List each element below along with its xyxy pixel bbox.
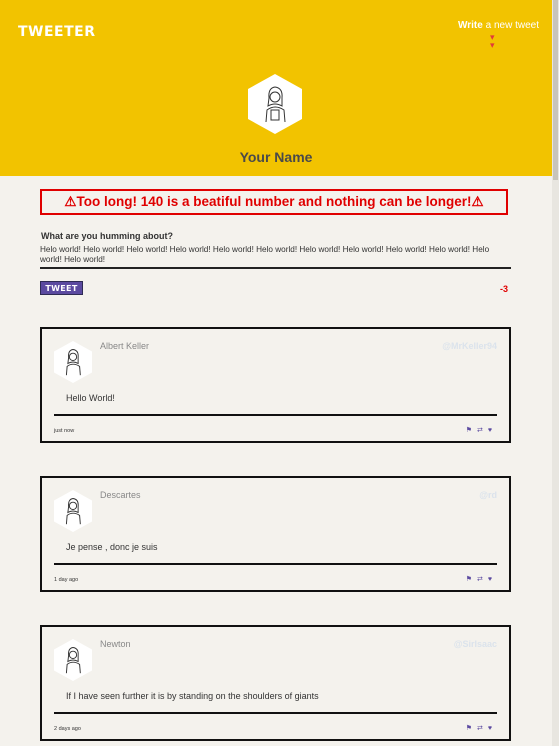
tweet-time: 2 days ago [54, 726, 81, 732]
flag-icon[interactable]: ⚑ [466, 427, 477, 434]
flag-icon[interactable]: ⚑ [466, 576, 477, 583]
divider [54, 414, 497, 416]
error-message: ⚠Too long! 140 is a beatiful number and … [40, 189, 508, 215]
tweet-card: Descartes @rd Je pense , donc je suis 1 … [40, 476, 511, 592]
tweet-time: 1 day ago [54, 577, 79, 583]
divider [54, 563, 497, 565]
tweet-card: Newton @SirIsaac If I have seen further … [40, 625, 511, 741]
avatar [54, 639, 92, 681]
tweet-author: Albert Keller [100, 341, 150, 351]
avatar [54, 490, 92, 532]
avatar-drawing [65, 498, 81, 525]
profile-name: Your Name [239, 149, 313, 165]
compose-prompt: What are you humming about? [41, 231, 173, 241]
header: TWEETER Write a new tweet ▾ ▾ Your Name [0, 0, 552, 176]
tweet-actions: ⚑⇄♥ [466, 724, 497, 732]
tweet-text: If I have seen further it is by standing… [66, 691, 319, 701]
tweet-handle: @rd [479, 490, 497, 500]
char-counter: -3 [500, 284, 509, 294]
tweet-card: Albert Keller @MrKeller94 Hello World! j… [40, 327, 511, 443]
retweet-icon[interactable]: ⇄ [477, 576, 488, 583]
tweet-handle: @MrKeller94 [442, 341, 497, 351]
retweet-icon[interactable]: ⇄ [477, 427, 488, 434]
heart-icon[interactable]: ♥ [488, 725, 497, 732]
scrollbar-thumb[interactable] [553, 0, 558, 180]
tweet-text: Je pense , donc je suis [66, 542, 158, 552]
tweet-input[interactable]: Helo world! Helo world! Helo world! Helo… [40, 245, 511, 269]
scrollbar[interactable] [552, 0, 559, 746]
tweet-time: just now [54, 428, 75, 434]
divider [54, 712, 497, 714]
chevron-down-icon[interactable]: ▾ ▾ [490, 33, 495, 50]
write-link-rest[interactable]: a new tweet [483, 20, 539, 31]
tweet-handle: @SirIsaac [453, 639, 497, 649]
tweet-button[interactable]: TWEET [40, 281, 83, 295]
tweet-author: Descartes [100, 490, 141, 500]
tweet-actions: ⚑⇄♥ [466, 426, 497, 434]
avatar [248, 74, 302, 134]
avatar-drawing [65, 349, 81, 376]
avatar-drawing [65, 647, 81, 674]
avatar-drawing [265, 86, 286, 123]
write-new-tweet-link[interactable]: Write a new tweet [458, 20, 539, 31]
heart-icon[interactable]: ♥ [488, 576, 497, 583]
tweet-actions: ⚑⇄♥ [466, 575, 497, 583]
avatar [54, 341, 92, 383]
logo: TWEETER [18, 24, 96, 40]
retweet-icon[interactable]: ⇄ [477, 725, 488, 732]
tweet-author: Newton [100, 639, 131, 649]
flag-icon[interactable]: ⚑ [466, 725, 477, 732]
heart-icon[interactable]: ♥ [488, 427, 497, 434]
tweet-text: Hello World! [66, 393, 115, 403]
write-link-bold[interactable]: Write [458, 20, 483, 31]
